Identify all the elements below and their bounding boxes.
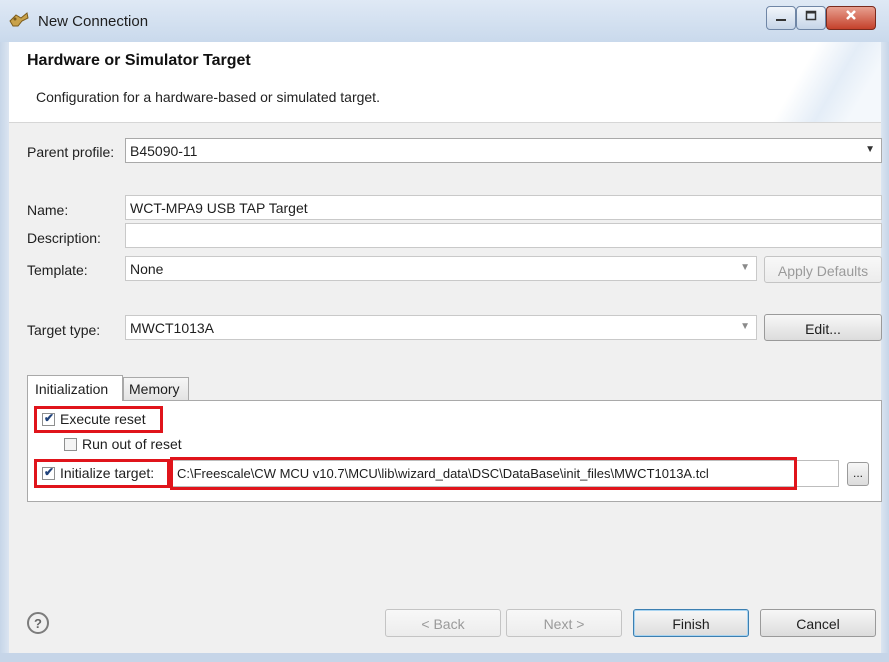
app-icon xyxy=(8,9,30,31)
name-label: Name: xyxy=(27,202,69,218)
name-value: WCT-MPA9 USB TAP Target xyxy=(130,200,308,216)
tab-memory-label: Memory xyxy=(129,381,180,397)
target-type-label: Target type: xyxy=(27,322,101,338)
dropdown-arrow-icon: ▼ xyxy=(740,262,750,273)
page-title: Hardware or Simulator Target xyxy=(27,52,251,69)
apply-defaults-label: Apply Defaults xyxy=(777,263,869,279)
execute-reset-label: Execute reset xyxy=(60,411,146,427)
browse-label: ... xyxy=(852,466,863,480)
minimize-icon xyxy=(767,9,795,26)
dropdown-arrow-icon: ▼ xyxy=(740,321,750,332)
run-out-of-reset-label: Run out of reset xyxy=(82,436,182,452)
minimize-button[interactable] xyxy=(766,6,796,30)
window-frame-left xyxy=(0,42,9,662)
name-field[interactable]: WCT-MPA9 USB TAP Target xyxy=(125,195,882,220)
cancel-button[interactable]: Cancel xyxy=(760,609,876,637)
checkmark-icon: ✔ xyxy=(44,465,55,479)
template-combo[interactable]: None ▼ xyxy=(125,256,757,281)
help-button[interactable]: ? xyxy=(27,612,49,634)
help-icon: ? xyxy=(34,616,42,631)
tab-memory[interactable]: Memory xyxy=(123,377,189,400)
finish-label: Finish xyxy=(672,616,710,632)
edit-button[interactable]: Edit... xyxy=(764,314,882,341)
tab-initialization-label: Initialization xyxy=(35,381,109,397)
next-label: Next > xyxy=(543,616,585,632)
back-label: < Back xyxy=(421,616,465,632)
tab-initialization[interactable]: Initialization xyxy=(27,375,123,401)
target-type-combo[interactable]: MWCT1013A ▼ xyxy=(125,315,757,340)
description-field[interactable] xyxy=(125,223,882,248)
execute-reset-checkbox[interactable]: ✔ xyxy=(42,411,55,426)
cancel-label: Cancel xyxy=(796,616,840,632)
close-icon xyxy=(827,8,875,26)
target-type-value: MWCT1013A xyxy=(130,320,215,336)
dropdown-arrow-icon: ▼ xyxy=(865,144,875,155)
template-label: Template: xyxy=(27,262,88,278)
close-button[interactable] xyxy=(826,6,876,30)
browse-button[interactable]: ... xyxy=(847,462,869,486)
next-button[interactable]: Next > xyxy=(506,609,622,637)
initialize-target-label: Initialize target: xyxy=(60,465,155,481)
header-decoration xyxy=(760,42,881,122)
parent-profile-label: Parent profile: xyxy=(27,144,115,160)
page-description: Configuration for a hardware-based or si… xyxy=(36,89,380,105)
run-out-of-reset-checkbox[interactable] xyxy=(64,438,77,451)
highlight-init-file-path xyxy=(170,457,797,490)
finish-button[interactable]: Finish xyxy=(633,609,749,637)
checkmark-icon: ✔ xyxy=(44,411,55,425)
description-label: Description: xyxy=(27,230,101,246)
back-button[interactable]: < Back xyxy=(385,609,501,637)
window-frame-right xyxy=(881,42,889,662)
apply-defaults-button[interactable]: Apply Defaults xyxy=(764,256,882,283)
maximize-button[interactable] xyxy=(796,6,826,30)
maximize-icon xyxy=(797,9,825,26)
window-title: New Connection xyxy=(38,13,149,30)
parent-profile-combo[interactable]: B45090-11 ▼ xyxy=(125,138,882,163)
edit-label: Edit... xyxy=(805,321,841,337)
window-frame-bottom xyxy=(0,653,889,662)
initialize-target-checkbox[interactable]: ✔ xyxy=(42,465,55,480)
template-value: None xyxy=(130,261,164,277)
parent-profile-value: B45090-11 xyxy=(130,143,198,159)
